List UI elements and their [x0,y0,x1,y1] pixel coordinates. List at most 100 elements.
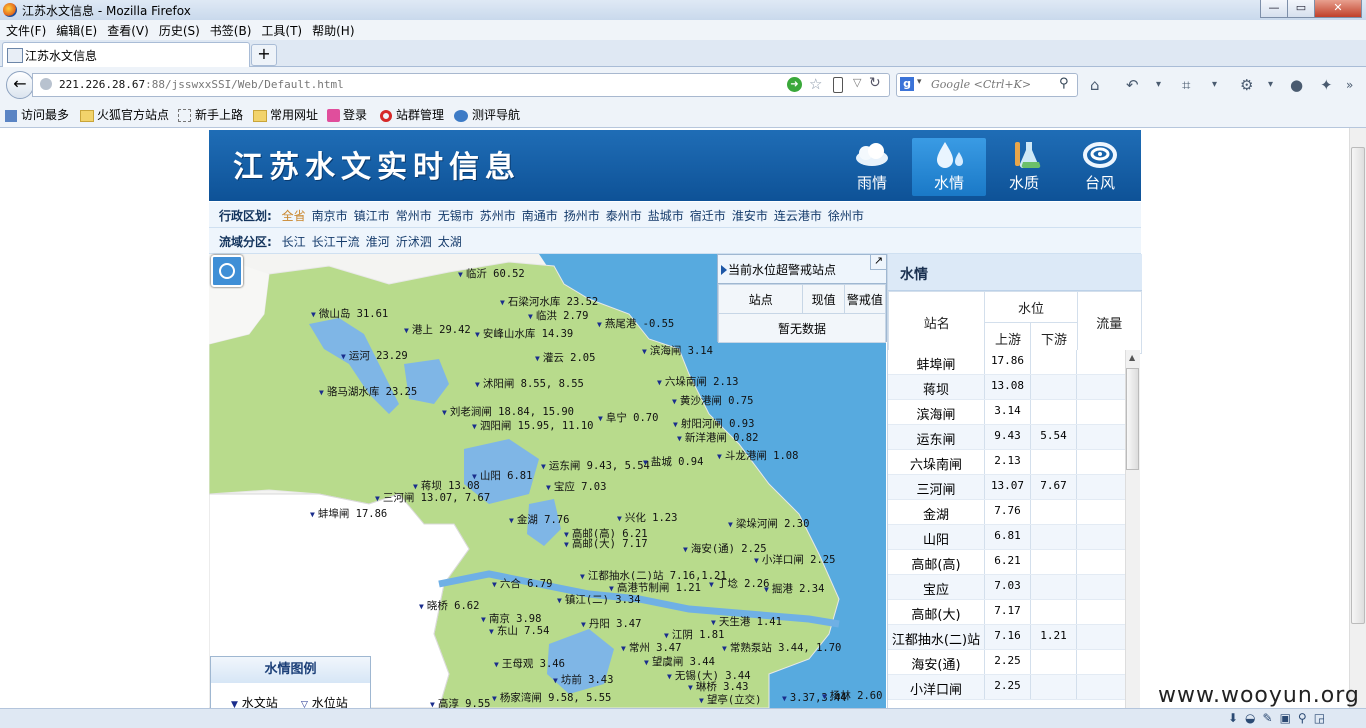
map-station-label[interactable]: ▼ 泗阳闸 15.95, 11.10 [472,418,594,433]
table-row[interactable]: 三河闸 13.07 7.67 [888,475,1127,500]
reload-icon[interactable]: ↻ [869,75,881,91]
table-row[interactable]: 山阳 6.81 [888,525,1127,550]
map-station-label[interactable]: ▼ 三河闸 13.07, 7.67 [375,490,490,505]
region-zhenjiang[interactable]: 镇江市 [354,209,390,223]
region-xuzhou[interactable]: 徐州市 [828,209,864,223]
region-wuxi[interactable]: 无锡市 [438,209,474,223]
map-station-label[interactable]: ▼ 燕尾港 -0.55 [597,316,674,331]
map-station-label[interactable]: ▼ 宝应 7.03 [546,479,606,494]
map-station-label[interactable]: ▼ 黄沙港闸 0.75 [672,393,753,408]
table-row[interactable]: 江都抽水(二)站 7.16 1.21 [888,625,1127,650]
region-nantong[interactable]: 南通市 [522,209,558,223]
region-taizhou[interactable]: 泰州市 [606,209,642,223]
table-row[interactable]: 高邮(大) 7.17 [888,600,1127,625]
menu-file[interactable]: 文件(F) [0,20,50,39]
map-station-label[interactable]: ▼ 新洋港闸 0.82 [677,430,758,445]
map-station-label[interactable]: ▼ 石梁河水库 23.52 [500,294,598,309]
menu-bookmarks[interactable]: 书签(B) [204,20,256,39]
region-huaian[interactable]: 淮安市 [732,209,768,223]
basin-changjiang-main[interactable]: 长江干流 [312,235,360,249]
map-station-label[interactable]: ▼ 望虞闸 3.44 [644,654,715,669]
map-station-label[interactable]: ▼ 蚌埠闸 17.86 [310,506,387,521]
map-station-label[interactable]: ▼ 山阳 6.81 [472,468,532,483]
map-station-label[interactable]: ▼ 射阳河闸 0.93 [673,416,754,431]
nav-typhoon[interactable]: 台风 [1063,138,1137,196]
search-box[interactable]: g ▾ Google <Ctrl+K> ⚲ [896,73,1078,97]
new-tab-button[interactable]: + [251,44,277,66]
map-station-label[interactable]: ▼ 王母观 3.46 [494,656,565,671]
map-station-label[interactable]: ▼ 微山岛 31.61 [311,306,388,321]
search-icon[interactable]: ⚲ [1059,76,1069,91]
map-zoom-button[interactable] [211,255,243,287]
table-row[interactable]: 高邮(高) 6.21 [888,550,1127,575]
map-station-label[interactable]: ▼ 港上 29.42 [404,322,471,337]
map-station-label[interactable]: ▼ 运河 23.29 [341,348,408,363]
map-station-label[interactable]: ▼ 小洋口闸 2.25 [754,552,835,567]
basin-taihu[interactable]: 太湖 [438,235,462,249]
bookmark-site-group[interactable]: 站群管理 [380,106,444,123]
region-nanjing[interactable]: 南京市 [312,209,348,223]
table-row[interactable]: 金湖 7.76 [888,500,1127,525]
bookmark-getting-started[interactable]: 新手上路 [178,106,243,123]
map-station-label[interactable]: ▼ 临沂 60.52 [458,266,525,281]
menu-history[interactable]: 历史(S) [153,20,204,39]
map-station-label[interactable]: ▼ 阜宁 0.70 [598,410,658,425]
translate-dropdown-icon[interactable]: ▾ [1268,79,1273,90]
region-yangzhou[interactable]: 扬州市 [564,209,600,223]
tab-active[interactable]: 江苏水文信息 [2,42,250,67]
nav-quality[interactable]: 水质 [987,138,1061,196]
menu-edit[interactable]: 编辑(E) [50,20,101,39]
home-icon[interactable]: ⌂ [1090,76,1100,94]
basin-changjiang[interactable]: 长江 [282,235,306,249]
page-scrollbar-thumb[interactable] [1351,147,1365,624]
bookmark-firefox-official[interactable]: 火狐官方站点 [80,106,169,123]
menu-tools[interactable]: 工具(T) [255,20,306,39]
map-station-label[interactable]: ▼ 六垛南闸 2.13 [657,374,738,389]
translate-icon[interactable]: ⚙ [1240,76,1253,94]
bookmark-most-visited[interactable]: 访问最多 [5,106,69,123]
map-station-label[interactable]: ▼ 杨林 2.60 [822,688,882,703]
region-yancheng[interactable]: 盐城市 [648,209,684,223]
map-station-label[interactable]: ▼ 斗龙港闸 1.08 [717,448,798,463]
table-row[interactable]: 六垛南闸 2.13 [888,450,1127,475]
region-all[interactable]: 全省 [282,209,306,223]
map-station-label[interactable]: ▼ 兴化 1.23 [617,510,677,525]
map-station-label[interactable]: ▼ 六合 6.79 [492,576,552,591]
map-station-label[interactable]: ▼ 高邮(大) 7.17 [564,536,648,551]
table-row[interactable]: 运东闸 9.43 5.54 [888,425,1127,450]
table-row[interactable]: 海安(通) 2.25 [888,650,1127,675]
map-station-label[interactable]: ▼ 运东闸 9.43, 5.54 [541,458,650,473]
bookmark-star-icon[interactable]: ☆ [809,75,822,93]
basin-yishusi[interactable]: 沂沭泗 [396,235,432,249]
url-text[interactable]: 221.226.28.67:88/jsswxxSSI/Web/Default.h… [59,78,344,91]
menu-help[interactable]: 帮助(H) [306,20,358,39]
map-station-label[interactable]: ▼ 坊前 3.43 [553,672,613,687]
table-scrollbar-thumb[interactable] [1126,368,1139,470]
map-station-label[interactable]: ▼ 盐城 0.94 [643,454,703,469]
dropdown-arrow-icon[interactable]: ▽ [853,76,861,89]
region-lianyungang[interactable]: 连云港市 [774,209,822,223]
scroll-up-icon[interactable]: ▲ [1129,353,1135,362]
search-engine-dropdown-icon[interactable]: ▾ [917,77,922,87]
bookmark-login[interactable]: 登录 [327,106,367,123]
crop-icon[interactable]: ⌗ [1182,76,1190,94]
map-station-label[interactable]: ▼ 高淳 9.55 [430,696,490,708]
region-changzhou[interactable]: 常州市 [396,209,432,223]
expand-icon[interactable]: ↗ [870,255,886,270]
overflow-icon[interactable]: » [1346,78,1353,92]
map-station-label[interactable]: ▼ 望亭(立交) [699,692,761,707]
map-station-label[interactable]: ▼ 临洪 2.79 [528,308,588,323]
menu-view[interactable]: 查看(V) [101,20,153,39]
go-arrow-icon[interactable]: ➜ [787,77,802,92]
close-button[interactable]: ✕ [1314,0,1362,18]
minimize-button[interactable]: — [1260,0,1288,18]
chat-icon[interactable]: ● [1290,76,1303,94]
map-station-label[interactable]: ▼ 镇江(二) 3.34 [557,592,641,607]
google-icon[interactable]: g [900,77,914,91]
undo-dropdown-icon[interactable]: ▾ [1156,79,1161,90]
maximize-button[interactable]: ▭ [1287,0,1315,18]
bookmark-review-nav[interactable]: 测评导航 [454,106,520,123]
map-station-label[interactable]: ▼ 梁垛河闸 2.30 [728,516,809,531]
addon-icon[interactable]: ✦ [1320,76,1333,94]
map-station-label[interactable]: ▼ 晓桥 6.62 [419,598,479,613]
